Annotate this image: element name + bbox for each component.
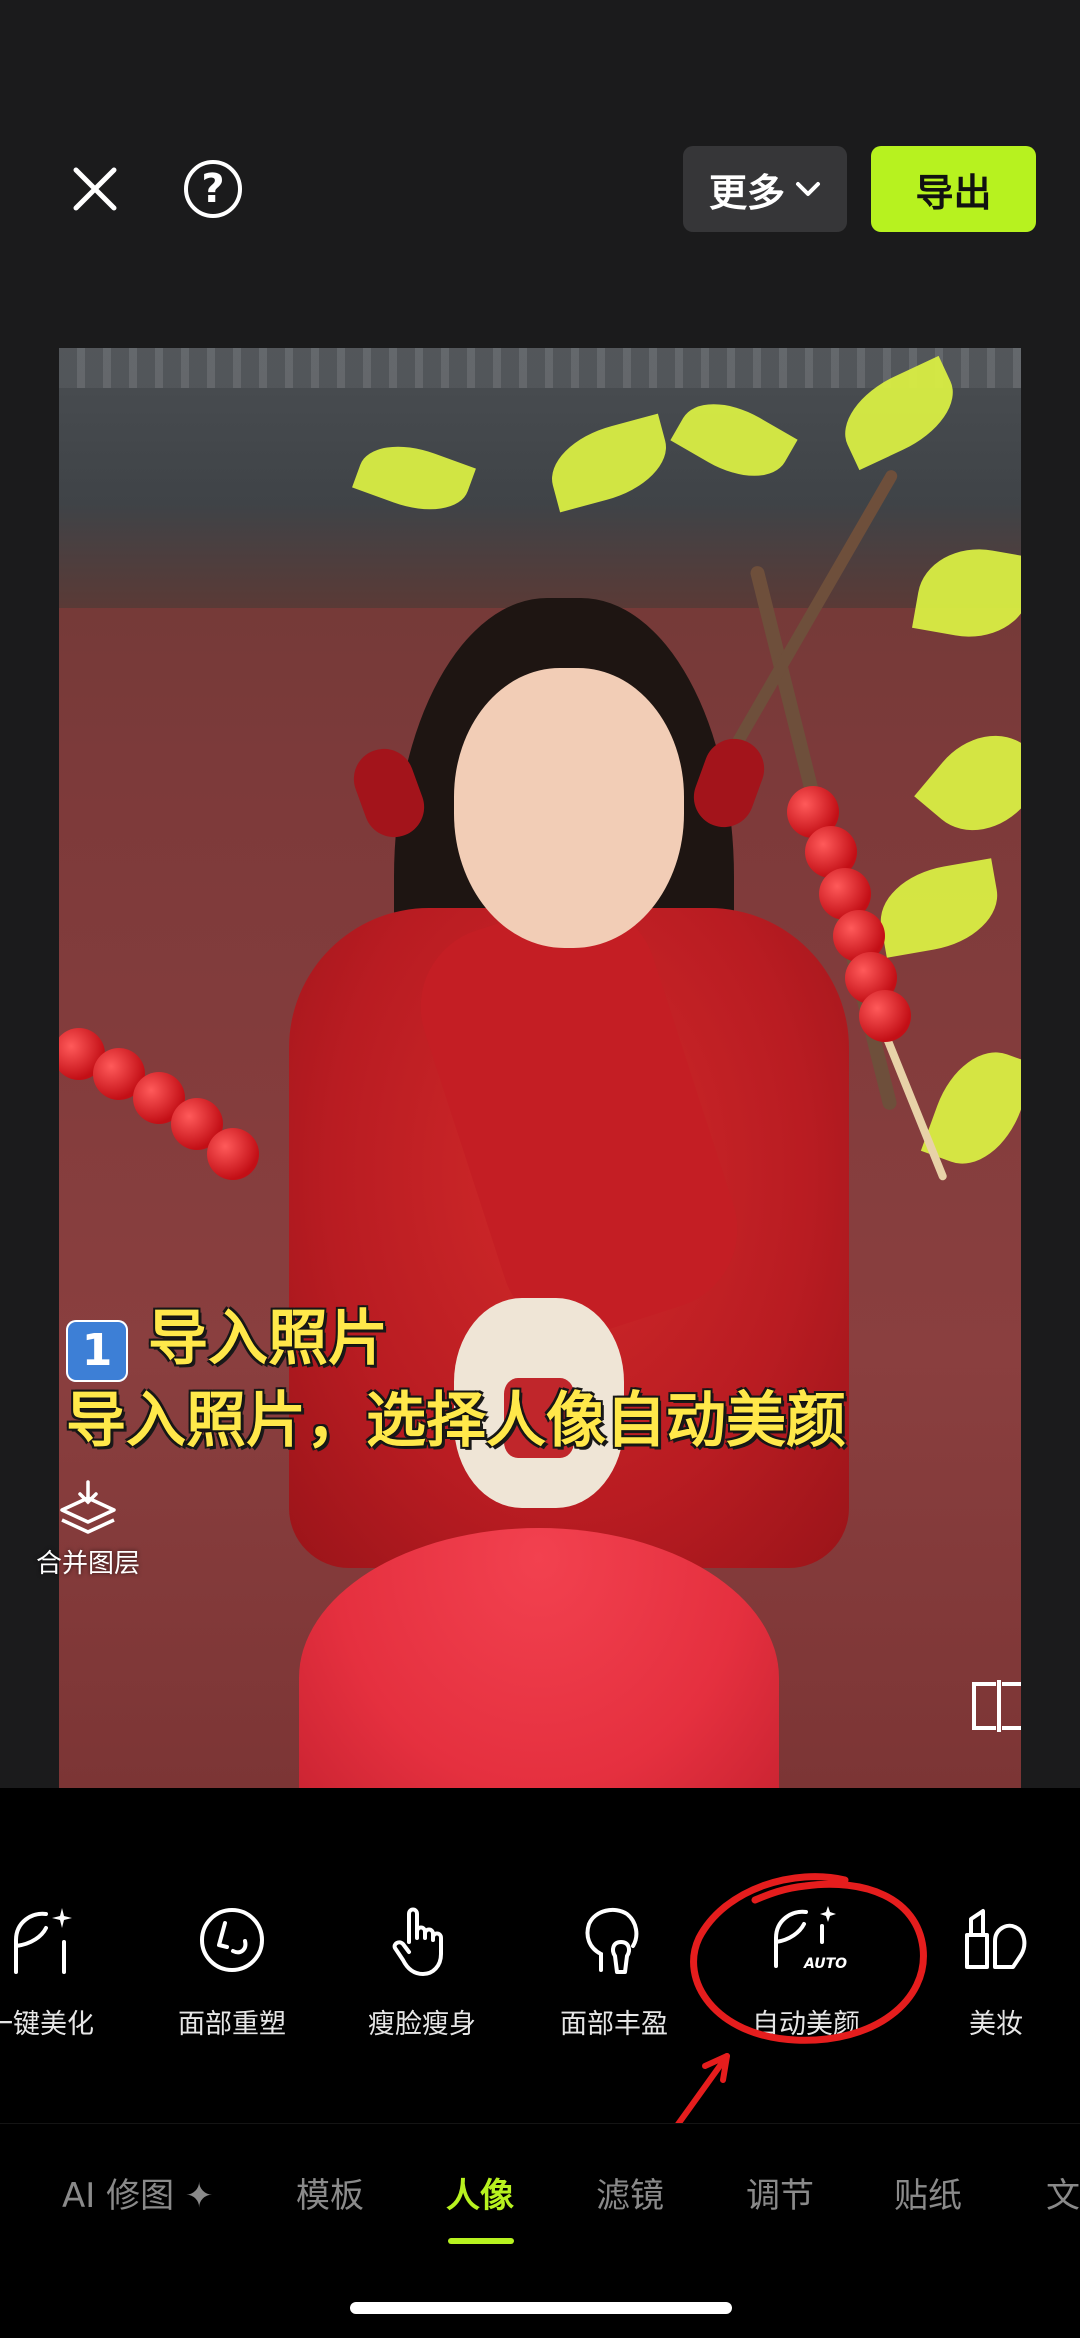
tool-face-reshape[interactable]: 面部重塑 <box>142 1900 322 2041</box>
compare-icon[interactable] <box>968 1680 1021 1732</box>
tab-active-indicator <box>448 2238 514 2244</box>
face-sparkle-icon <box>14 1908 72 1974</box>
more-label: 更多 <box>708 170 785 215</box>
hand-pointer-icon <box>392 1907 443 1976</box>
tab-stickers[interactable]: 贴纸 <box>894 2168 962 2217</box>
photo-roof-edge <box>59 348 1021 388</box>
more-dropdown-button[interactable]: 更多 <box>683 146 847 232</box>
photo-leaf <box>872 858 1006 958</box>
step-badge: 1 <box>66 1320 128 1382</box>
photo-candy <box>207 1128 259 1180</box>
export-button[interactable]: 导出 <box>871 146 1036 232</box>
tool-one-click-beautify[interactable]: 一键美化 <box>0 1900 130 2041</box>
caption-title: 导入照片 <box>148 1304 388 1374</box>
tool-slim-face-body[interactable]: 瘦脸瘦身 <box>332 1900 512 2041</box>
face-fill-icon <box>585 1907 639 1974</box>
tab-adjust[interactable]: 调节 <box>746 2168 814 2217</box>
photo-canvas[interactable] <box>59 348 1021 1788</box>
home-indicator[interactable] <box>350 2302 732 2314</box>
face-reshape-icon <box>200 1908 264 1972</box>
photo-girl-face <box>454 668 684 948</box>
tab-ai-retouch[interactable]: AI 修图 ✦ <box>62 2168 213 2217</box>
close-button[interactable] <box>62 156 128 222</box>
close-icon <box>73 167 117 211</box>
tab-filters[interactable]: 滤镜 <box>596 2168 664 2217</box>
tool-face-fill[interactable]: 面部丰盈 <box>524 1900 704 2041</box>
chevron-down-icon <box>796 182 820 196</box>
tool-label: 面部丰盈 <box>560 2009 668 2040</box>
photo-candy <box>859 990 911 1042</box>
tab-templates[interactable]: 模板 <box>296 2168 364 2217</box>
annotation-circle <box>690 1873 927 2044</box>
tab-portrait[interactable]: 人像 <box>446 2168 514 2217</box>
tool-label: 面部重塑 <box>178 2009 286 2040</box>
tool-label: 瘦脸瘦身 <box>368 2009 476 2040</box>
makeup-icon <box>965 1909 1027 1969</box>
help-button[interactable]: ? <box>184 160 242 218</box>
caption-subtitle: 导入照片，选择人像自动美颜 <box>66 1386 846 1456</box>
tool-label: 一键美化 <box>0 2009 94 2040</box>
photo-leaf <box>914 711 1021 855</box>
merge-layers-label: 合并图层 <box>35 1549 140 1579</box>
tab-text[interactable]: 文 <box>1046 2168 1080 2217</box>
merge-layers-button[interactable]: 合并图层 <box>28 1480 148 1580</box>
help-icon: ? <box>201 166 225 212</box>
layers-icon <box>60 1480 116 1534</box>
tutorial-caption: 1 导入照片 导入照片，选择人像自动美颜 <box>66 1300 966 1460</box>
